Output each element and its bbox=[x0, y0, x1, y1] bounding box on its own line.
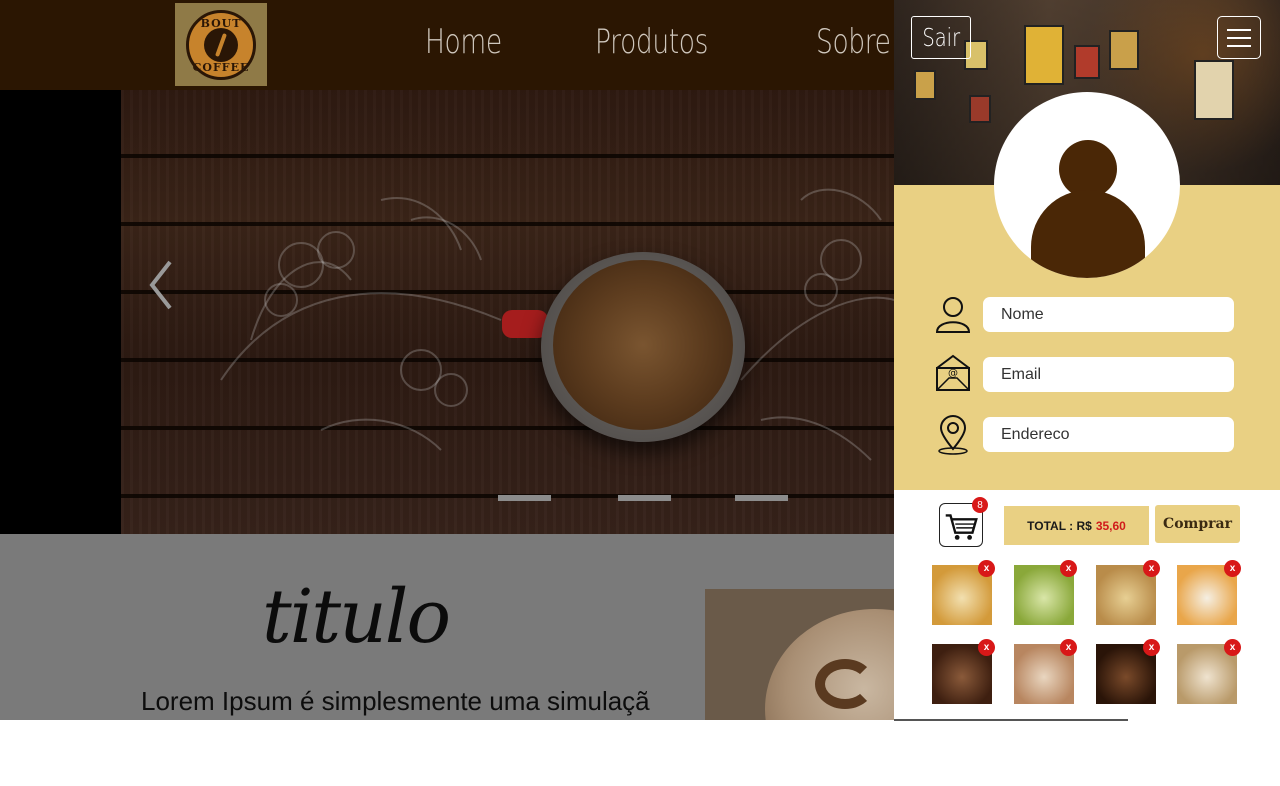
profile-cart-drawer: Sair Nome @ Email Endereco 8 TOTAL: R$ … bbox=[894, 0, 1280, 720]
hamburger-menu-icon[interactable] bbox=[1217, 16, 1261, 59]
section-title: titulo bbox=[262, 574, 451, 660]
coffee-bean-icon bbox=[204, 27, 238, 62]
buy-button[interactable]: Comprar bbox=[1155, 505, 1240, 543]
remove-item-button[interactable]: x bbox=[1060, 560, 1077, 577]
chevron-left-icon[interactable] bbox=[146, 258, 176, 312]
svg-text:@: @ bbox=[948, 368, 958, 379]
nav-link-produtos[interactable]: Produtos bbox=[595, 22, 708, 62]
remove-item-button[interactable]: x bbox=[978, 639, 995, 656]
wall-poster bbox=[969, 95, 991, 123]
remove-item-button[interactable]: x bbox=[978, 560, 995, 577]
wall-poster bbox=[1024, 25, 1064, 85]
cart-count-badge: 8 bbox=[972, 497, 988, 513]
logout-button[interactable]: Sair bbox=[911, 16, 971, 59]
wall-poster bbox=[1109, 30, 1139, 70]
remove-item-button[interactable]: x bbox=[1224, 639, 1241, 656]
carousel-indicator-3[interactable] bbox=[735, 495, 788, 501]
wall-poster bbox=[914, 70, 936, 100]
carousel-indicator-2[interactable] bbox=[618, 495, 671, 501]
remove-item-button[interactable]: x bbox=[1143, 560, 1160, 577]
total-amount: 35,60 bbox=[1095, 518, 1126, 533]
remove-item-button[interactable]: x bbox=[1224, 560, 1241, 577]
name-field[interactable]: Nome bbox=[983, 297, 1234, 332]
logo-text-bottom: COFFEE bbox=[192, 60, 250, 74]
email-field[interactable]: Email bbox=[983, 357, 1234, 392]
nav-link-home[interactable]: Home bbox=[425, 22, 502, 62]
window bbox=[1194, 60, 1234, 120]
remove-item-button[interactable]: x bbox=[1060, 639, 1077, 656]
location-pin-icon bbox=[938, 415, 968, 455]
coffee-crema bbox=[553, 260, 733, 430]
top-navbar: BOUT COFFEE Home Produtos Sobre bbox=[0, 0, 894, 90]
section-text: Lorem Ipsum é simplesmente uma simulaçã bbox=[141, 686, 650, 716]
nav-link-sobre[interactable]: Sobre bbox=[816, 22, 891, 62]
address-field[interactable]: Endereco bbox=[983, 417, 1234, 452]
remove-item-button[interactable]: x bbox=[1143, 639, 1160, 656]
user-avatar-icon[interactable] bbox=[994, 92, 1180, 278]
page: BOUT COFFEE Home Produtos Sobre titulo L… bbox=[0, 0, 1280, 786]
email-icon: @ bbox=[936, 354, 970, 391]
latte-image bbox=[705, 589, 894, 720]
cart-total: TOTAL : R$ 35,60 bbox=[1004, 506, 1149, 545]
user-icon bbox=[935, 297, 971, 333]
wall-poster bbox=[1074, 45, 1100, 79]
hero-left-strip bbox=[0, 90, 121, 534]
latte-art bbox=[815, 659, 875, 709]
brand-logo[interactable]: BOUT COFFEE bbox=[175, 3, 267, 86]
logo-emblem: BOUT COFFEE bbox=[186, 9, 256, 80]
total-label: TOTAL : R$ bbox=[1027, 518, 1092, 533]
carousel-indicator-1[interactable] bbox=[498, 495, 551, 501]
drawer-divider bbox=[894, 719, 1128, 721]
logout-label: Sair bbox=[922, 23, 960, 52]
